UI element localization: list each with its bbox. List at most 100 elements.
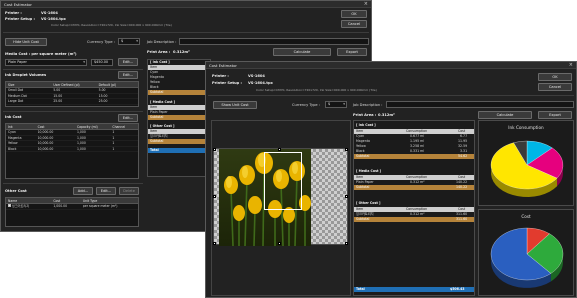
back-ink-col-capacity: Capacity (ml) <box>76 125 98 129</box>
table-cell: 1 <box>112 130 115 134</box>
table-cell: 1 <box>112 146 115 151</box>
front-titlebar: Cost Estimator × <box>206 62 576 69</box>
back-titlebar: Cost Estimator × <box>1 1 371 8</box>
front-currency-select[interactable]: $ ▾ <box>325 101 347 108</box>
table-cell: 15.00 <box>98 93 108 98</box>
back-ink-edit-button[interactable]: Edit... <box>118 114 138 122</box>
cell-item: Subtotal <box>356 217 370 221</box>
back-hide-unit-cost-button[interactable]: Hide Unit Cost <box>5 38 47 46</box>
table-cell: Yellow <box>8 141 18 145</box>
back-other-edit-button[interactable]: Edit... <box>96 187 116 195</box>
back-chevron-down-icon: ▾ <box>136 39 138 43</box>
front-print-area-label: Print Area : <box>353 113 377 117</box>
back-ok-button[interactable]: OK <box>341 10 367 18</box>
table-row[interactable]: 잉크카트리지 1,000.00 per square meter (m²) <box>6 204 138 210</box>
back-divider-3 <box>3 111 143 112</box>
table-cell: Large Dot <box>8 99 24 103</box>
ink-consumption-chart-panel: Ink Consumption <box>478 120 574 206</box>
back-other-col-unit: Unit Type <box>82 199 98 203</box>
list-item: Subtotal 54.62 <box>354 154 474 159</box>
front-job-desc-input[interactable] <box>386 101 574 108</box>
back-ink-col-ink: Ink <box>8 125 13 129</box>
back-other-col-name: Name <box>8 199 18 203</box>
table-row[interactable]: Black 10,000.00 1,000 1 <box>6 146 138 152</box>
back-job-desc-input[interactable] <box>179 38 369 45</box>
table-row[interactable]: Large Dot 25.00 25.00 <box>6 99 138 105</box>
back-media-chevron-icon: ▾ <box>83 60 85 64</box>
front-divider <box>208 95 574 96</box>
table-cell: 1,000 <box>76 141 86 145</box>
front-printer-label: Printer : <box>212 74 229 78</box>
front-print-area-value: 0.312m² <box>378 113 395 117</box>
back-other-cost-title: Other Cost <box>5 189 27 193</box>
table-cell: 1,000 <box>76 130 86 134</box>
back-ink-table: Ink Cost Capacity (ml) Channel Cyan 10,0… <box>5 123 139 179</box>
back-other-col-cost: Cost <box>53 199 61 203</box>
table-cell: Small Dot <box>8 88 24 92</box>
list-item: Total <box>148 148 210 153</box>
back-ink-col-cost: Cost <box>37 125 45 129</box>
table-cell: 15.00 <box>53 93 63 98</box>
front-show-unit-cost-button[interactable]: Show Unit Cost <box>213 101 257 109</box>
back-currency-select[interactable]: $ ▾ <box>118 38 140 45</box>
table-cell: Medium Dot <box>8 93 27 98</box>
back-export-button[interactable]: Export <box>337 48 367 56</box>
table-cell: 1 <box>112 141 115 145</box>
back-calculate-button[interactable]: Calculate <box>273 48 331 56</box>
back-droplet-col-default: Default (pl) <box>98 83 117 87</box>
table-cell: 25.00 <box>98 99 108 103</box>
front-calculate-button[interactable]: Calculate <box>478 111 532 119</box>
back-add-button[interactable]: Add... <box>73 187 93 195</box>
cell-cost: 54.62 <box>458 154 468 158</box>
front-setup-detail: Color Setup=CMYK, Resolution=720x720, In… <box>256 88 377 92</box>
table-cell: 5.00 <box>53 88 61 92</box>
back-close-icon[interactable]: × <box>364 1 368 7</box>
back-cancel-button[interactable]: Cancel <box>341 20 367 28</box>
preview-frame <box>211 120 351 296</box>
table-cell: 10,000.00 <box>37 141 54 145</box>
checkbox-icon[interactable] <box>8 204 11 207</box>
front-currency-label: Currency Type : <box>292 103 320 107</box>
back-job-desc-label: Job Description : <box>147 40 177 44</box>
table-cell: 1 <box>112 135 115 140</box>
front-window: Cost Estimator × Printer : VS-1604 Print… <box>205 61 577 298</box>
front-chevron-down-icon: ▾ <box>343 102 345 106</box>
cell-item: Subtotal <box>356 185 370 189</box>
back-droplet-table: Size User Defined (pl) Default (pl) Smal… <box>5 81 139 107</box>
back-print-area-label: Print Area : <box>147 50 171 54</box>
back-currency-value: $ <box>121 39 124 43</box>
back-other-table: Name Cost Unit Type 잉크카트리지 1,000.00 per … <box>5 197 139 227</box>
front-setup-value: VS-1604.tpx <box>248 81 273 85</box>
back-window-title: Cost Estimator <box>4 2 32 8</box>
table-cell: Magenta <box>8 135 22 140</box>
back-divider-2 <box>3 69 143 70</box>
back-printer-value: VS-1604 <box>41 11 58 15</box>
back-droplet-edit-button[interactable]: Edit... <box>118 71 138 79</box>
front-total-row: Total $506.43 <box>354 287 474 292</box>
back-media-select[interactable]: Plain Paper ▾ <box>5 59 87 66</box>
cell-cost: 311.60 <box>456 217 468 221</box>
front-close-icon[interactable]: × <box>569 62 573 68</box>
table-cell: 1,000 <box>76 135 86 140</box>
front-setup-label: Printer Setup : <box>212 81 242 85</box>
table-cell: 10,000.00 <box>37 146 54 151</box>
back-printer-label: Printer : <box>5 11 22 15</box>
table-cell: 잉크카트리지 <box>6 204 51 209</box>
total-label: Total <box>356 287 365 291</box>
front-ok-button[interactable]: OK <box>538 73 572 81</box>
list-item: Subtotal <box>148 90 210 95</box>
back-media-cost-label: Media Cost : per square meter (m²) <box>5 52 77 56</box>
back-media-edit-button[interactable]: Edit... <box>118 58 138 66</box>
front-job-desc-label: Job Description : <box>353 103 383 107</box>
front-cancel-button[interactable]: Cancel <box>538 83 572 91</box>
back-divider <box>3 32 369 33</box>
back-summary-panel: [ Ink Cost ] Item Cyan Magenta Yellow Bl… <box>147 59 211 177</box>
front-export-button[interactable]: Export <box>538 111 572 119</box>
list-item: Subtotal <box>148 115 210 120</box>
back-delete-button[interactable]: Delete <box>119 187 139 195</box>
front-printer-value: VS-1604 <box>248 74 265 78</box>
list-item: Subtotal 311.60 <box>354 217 474 222</box>
back-media-price-input[interactable]: $450.00 <box>91 59 113 66</box>
back-print-area-value: 0.312m² <box>173 50 190 54</box>
list-item: Subtotal <box>148 139 210 144</box>
